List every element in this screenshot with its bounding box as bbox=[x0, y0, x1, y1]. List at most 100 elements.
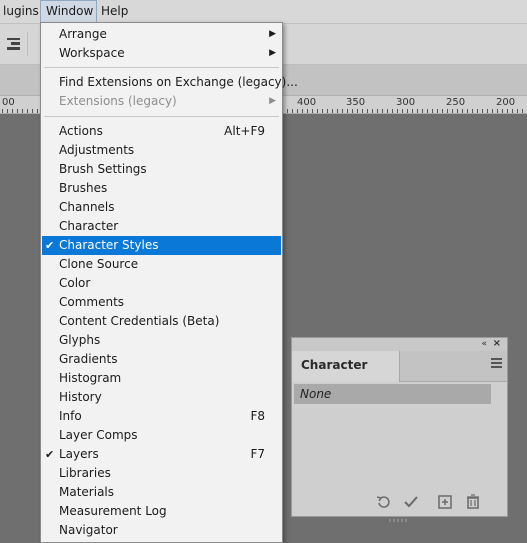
ruler-tick bbox=[477, 109, 478, 113]
ruler-tick bbox=[292, 109, 293, 113]
ruler-tick bbox=[357, 109, 358, 113]
ruler-tick bbox=[387, 109, 388, 113]
menu-item-label: Adjustments bbox=[59, 143, 135, 157]
menu-item-info[interactable]: Info F8 bbox=[42, 407, 281, 426]
menu-item-actions[interactable]: Actions Alt+F9 bbox=[42, 122, 281, 141]
menu-item-arrange[interactable]: Arrange ▶ bbox=[42, 25, 281, 44]
ruler-tick bbox=[512, 109, 513, 113]
checkmark-icon: ✔ bbox=[45, 448, 55, 461]
panel-tab-row: Character Styles bbox=[292, 351, 507, 401]
styles-list: None bbox=[292, 382, 507, 489]
panel-menu-icon[interactable] bbox=[491, 358, 502, 368]
ruler-tick bbox=[397, 109, 398, 113]
menu-item-libraries[interactable]: Libraries bbox=[42, 464, 281, 483]
close-icon[interactable]: × bbox=[493, 338, 501, 350]
menu-item-character-styles[interactable]: ✔ Character Styles bbox=[42, 236, 281, 255]
menu-item-layer-comps[interactable]: Layer Comps bbox=[42, 426, 281, 445]
menu-window[interactable]: Window bbox=[40, 0, 97, 23]
menu-item-channels[interactable]: Channels bbox=[42, 198, 281, 217]
menu-item-brush-settings[interactable]: Brush Settings bbox=[42, 160, 281, 179]
ruler-tick bbox=[517, 109, 518, 113]
menu-bar: lugins Window Help bbox=[0, 0, 527, 24]
ruler-tick bbox=[457, 109, 458, 113]
ruler-tick bbox=[467, 109, 468, 113]
tab-character-styles[interactable]: Character Styles bbox=[292, 351, 400, 401]
menu-item-label: Arrange bbox=[59, 27, 107, 41]
menu-item-label: Content Credentials (Beta) bbox=[59, 314, 220, 328]
resize-grip-icon[interactable] bbox=[389, 511, 409, 522]
menu-item-character[interactable]: Character bbox=[42, 217, 281, 236]
ruler-tick bbox=[507, 109, 508, 113]
list-item[interactable]: None bbox=[294, 384, 491, 404]
collapse-icon[interactable]: « bbox=[481, 338, 487, 350]
ruler-tick bbox=[302, 109, 303, 113]
window-menu-dropdown: Arrange ▶ Workspace ▶ Find Extensions on… bbox=[40, 22, 298, 543]
ruler-tick bbox=[297, 109, 298, 113]
panel-title-bar[interactable]: « × bbox=[292, 338, 507, 351]
ruler-tick bbox=[7, 109, 8, 113]
ruler-label: 00 bbox=[2, 97, 15, 108]
menu-item-label: Character bbox=[59, 219, 119, 233]
menu-item-comments[interactable]: Comments bbox=[42, 293, 281, 312]
ruler-tick bbox=[352, 109, 353, 113]
menu-item-label: History bbox=[59, 390, 102, 404]
ruler-tick bbox=[17, 109, 18, 113]
ruler-tick bbox=[427, 109, 428, 113]
ruler-tick bbox=[497, 109, 498, 113]
submenu-arrow-icon: ▶ bbox=[269, 29, 276, 39]
redefine-style-icon[interactable] bbox=[403, 494, 419, 510]
menu-item-label: Clone Source bbox=[59, 257, 139, 271]
menu-item-layers[interactable]: ✔ Layers F7 bbox=[42, 445, 281, 464]
menu-item-clone-source[interactable]: Clone Source bbox=[42, 255, 281, 274]
menu-separator bbox=[44, 116, 279, 117]
new-style-icon[interactable] bbox=[437, 494, 453, 510]
menu-item-label: Materials bbox=[59, 485, 115, 499]
ruler-tick bbox=[452, 109, 453, 113]
ruler-tick bbox=[332, 109, 333, 113]
ruler-tick bbox=[407, 109, 408, 113]
character-styles-panel: « × Character Styles None bbox=[291, 337, 508, 522]
menu-item-history[interactable]: History bbox=[42, 388, 281, 407]
menu-item-find-extensions[interactable]: Find Extensions on Exchange (legacy)... bbox=[42, 73, 298, 92]
ruler-tick bbox=[437, 109, 438, 113]
ruler-tick bbox=[417, 109, 418, 113]
menu-item-label: Info bbox=[59, 409, 82, 423]
ruler-label: 250 bbox=[446, 97, 466, 108]
menu-item-adjustments[interactable]: Adjustments bbox=[42, 141, 281, 160]
ruler-tick bbox=[322, 109, 323, 113]
submenu-arrow-icon: ▶ bbox=[269, 96, 276, 106]
ruler-tick bbox=[392, 109, 393, 113]
ruler-tick bbox=[432, 109, 433, 113]
menu-item-content-credentials[interactable]: Content Credentials (Beta) bbox=[42, 312, 281, 331]
scrollbar[interactable] bbox=[492, 384, 505, 487]
menu-item-navigator[interactable]: Navigator bbox=[42, 521, 281, 540]
menu-item-histogram[interactable]: Histogram bbox=[42, 369, 281, 388]
ruler-tick bbox=[342, 109, 343, 113]
clear-override-icon[interactable] bbox=[375, 494, 391, 510]
ruler-tick bbox=[492, 109, 493, 113]
ruler-tick bbox=[317, 109, 318, 113]
menu-item-brushes[interactable]: Brushes bbox=[42, 179, 281, 198]
menu-item-measurement-log[interactable]: Measurement Log bbox=[42, 502, 281, 521]
submenu-arrow-icon: ▶ bbox=[269, 48, 276, 58]
menu-item-shortcut: F8 bbox=[250, 409, 265, 423]
menu-item-color[interactable]: Color bbox=[42, 274, 281, 293]
menu-help[interactable]: Help bbox=[96, 0, 133, 23]
menu-item-glyphs[interactable]: Glyphs bbox=[42, 331, 281, 350]
ruler-tick bbox=[22, 109, 23, 113]
menu-item-gradients[interactable]: Gradients bbox=[42, 350, 281, 369]
align-tool-icon[interactable] bbox=[7, 38, 20, 50]
menu-item-label: Libraries bbox=[59, 466, 111, 480]
menu-item-workspace[interactable]: Workspace ▶ bbox=[42, 44, 281, 63]
delete-icon[interactable] bbox=[465, 494, 481, 510]
menu-item-label: Actions bbox=[59, 124, 103, 138]
ruler-tick bbox=[327, 109, 328, 113]
menu-separator bbox=[44, 67, 279, 68]
ruler-tick bbox=[2, 109, 3, 113]
menu-plugins[interactable]: lugins bbox=[0, 0, 44, 23]
menu-item-materials[interactable]: Materials bbox=[42, 483, 281, 502]
ruler-tick bbox=[372, 109, 373, 113]
panel-footer bbox=[292, 489, 507, 522]
menu-item-label: Navigator bbox=[59, 523, 118, 537]
menu-item-label: Layers bbox=[59, 447, 99, 461]
